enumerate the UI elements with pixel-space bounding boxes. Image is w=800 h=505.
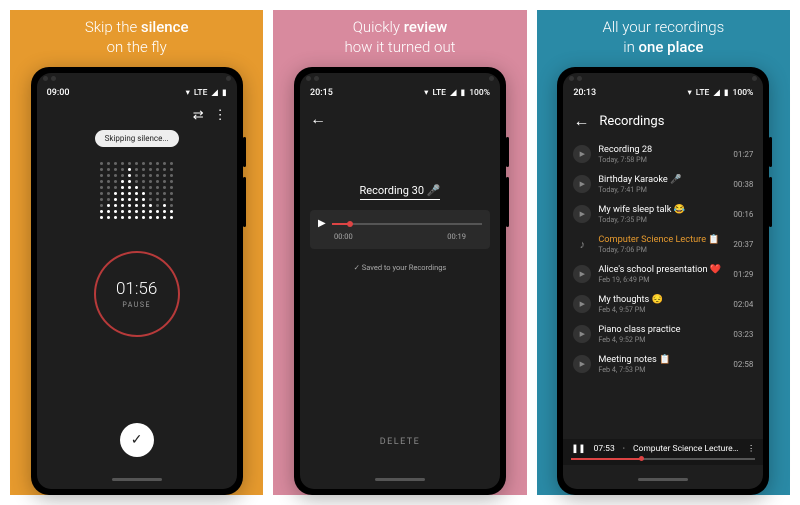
promo-panel-2: Quickly reviewhow it turned out 20:15 ▾L… xyxy=(273,10,526,495)
item-title: Computer Science Lecture 📋 xyxy=(598,234,726,245)
page-title: Recordings xyxy=(599,114,664,129)
item-subtitle: Feb 4, 7:53 PM xyxy=(598,365,726,374)
status-time: 09:00 xyxy=(47,88,70,98)
list-item[interactable]: ▶ Piano class practiceFeb 4, 9:52 PM 03:23 xyxy=(573,319,753,349)
record-button[interactable]: 01:56 PAUSE xyxy=(94,251,180,337)
item-subtitle: Today, 7:41 PM xyxy=(598,185,726,194)
status-bar: 20:13 ▾LTE◢▮100% xyxy=(563,84,763,102)
list-item[interactable]: ▶ Recording 28Today, 7:58 PM 01:27 xyxy=(573,139,753,169)
item-duration: 00:16 xyxy=(733,210,753,219)
phone-frame-3: 20:13 ▾LTE◢▮100% ← Recordings ▶ Recording… xyxy=(557,67,769,495)
check-icon: ✓ xyxy=(131,432,143,448)
play-button[interactable]: ▶ xyxy=(318,218,326,229)
note-icon[interactable]: ♪ xyxy=(573,238,591,251)
item-subtitle: Feb 4, 9:52 PM xyxy=(598,335,726,344)
list-item[interactable]: ♪ Computer Science Lecture 📋Today, 7:06 P… xyxy=(573,229,753,259)
np-time: 07:53 xyxy=(594,444,615,454)
pause-icon[interactable]: ❚❚ xyxy=(571,444,585,454)
delete-button[interactable]: DELETE xyxy=(310,437,490,447)
item-title: Birthday Karaoke 🎤 xyxy=(598,174,726,185)
recording-title[interactable]: Recording 30 🎤 xyxy=(360,184,441,200)
timer-label: PAUSE xyxy=(122,301,151,309)
list-item[interactable]: ▶ My wife sleep talk 😂Today, 7:35 PM 00:16 xyxy=(573,199,753,229)
item-duration: 01:27 xyxy=(733,150,753,159)
time-start: 00:00 xyxy=(334,232,353,241)
item-subtitle: Today, 7:35 PM xyxy=(598,215,726,224)
time-end: 00:19 xyxy=(447,232,466,241)
np-seek-bar[interactable] xyxy=(571,458,755,460)
shuffle-icon[interactable]: ⇄ xyxy=(193,108,204,123)
item-duration: 03:23 xyxy=(733,330,753,339)
list-item[interactable]: ▶ Alice's school presentation ❤️Feb 19, 6… xyxy=(573,259,753,289)
item-title: My wife sleep talk 😂 xyxy=(598,204,726,215)
status-time: 20:13 xyxy=(573,88,596,98)
phone-frame-1: 09:00 ▾LTE◢▮ ⇄ ⋮ Skipping silence... 01:… xyxy=(31,67,243,495)
item-subtitle: Feb 19, 6:49 PM xyxy=(598,275,726,284)
promo-panel-3: All your recordingsin one place 20:13 ▾L… xyxy=(537,10,790,495)
item-duration: 20:37 xyxy=(733,240,753,249)
item-subtitle: Today, 7:06 PM xyxy=(598,245,726,254)
np-title: Computer Science Lecture 📋 xyxy=(633,444,739,454)
status-bar: 09:00 ▾LTE◢▮ xyxy=(37,84,237,102)
item-title: Recording 28 xyxy=(598,144,726,155)
item-subtitle: Today, 7:58 PM xyxy=(598,155,726,164)
status-pill: Skipping silence... xyxy=(95,130,179,147)
timer: 01:56 xyxy=(116,279,157,299)
recordings-list: ▶ Recording 28Today, 7:58 PM 01:27 ▶ Birthda… xyxy=(573,139,753,439)
play-icon[interactable]: ▶ xyxy=(573,295,591,313)
list-item[interactable]: ▶ Birthday Karaoke 🎤Today, 7:41 PM 00:38 xyxy=(573,169,753,199)
play-icon[interactable]: ▶ xyxy=(573,205,591,223)
play-icon[interactable]: ▶ xyxy=(573,325,591,343)
item-duration: 02:58 xyxy=(733,360,753,369)
saved-message: ✓ Saved to your Recordings xyxy=(310,263,490,272)
phone-frame-2: 20:15 ▾LTE◢▮100% ← Recording 30 🎤 ▶ 00: xyxy=(294,67,506,495)
tagline-3: All your recordingsin one place xyxy=(602,18,724,57)
audio-visualizer xyxy=(47,152,227,237)
item-subtitle: Feb 4, 9:57 PM xyxy=(598,305,726,314)
tagline-1: Skip the silenceon the fly xyxy=(85,18,189,57)
list-item[interactable]: ▶ Meeting notes 📋Feb 4, 7:53 PM 02:58 xyxy=(573,349,753,379)
item-title: Piano class practice xyxy=(598,324,726,335)
item-title: My thoughts 😔 xyxy=(598,294,726,305)
item-duration: 00:38 xyxy=(733,180,753,189)
menu-icon[interactable]: ⋮ xyxy=(214,108,227,123)
player: ▶ 00:00 00:19 xyxy=(310,210,490,249)
play-icon[interactable]: ▶ xyxy=(573,145,591,163)
play-icon[interactable]: ▶ xyxy=(573,265,591,283)
status-time: 20:15 xyxy=(310,88,333,98)
seek-bar[interactable] xyxy=(332,223,482,225)
item-duration: 02:04 xyxy=(733,300,753,309)
item-duration: 01:29 xyxy=(733,270,753,279)
play-icon[interactable]: ▶ xyxy=(573,175,591,193)
item-title: Alice's school presentation ❤️ xyxy=(598,264,726,275)
list-item[interactable]: ▶ My thoughts 😔Feb 4, 9:57 PM 02:04 xyxy=(573,289,753,319)
status-bar: 20:15 ▾LTE◢▮100% xyxy=(300,84,500,102)
play-icon[interactable]: ▶ xyxy=(573,355,591,373)
back-button[interactable]: ← xyxy=(573,108,589,134)
tagline-2: Quickly reviewhow it turned out xyxy=(344,18,455,57)
back-button[interactable]: ← xyxy=(310,106,490,132)
done-button[interactable]: ✓ xyxy=(120,423,154,457)
promo-panel-1: Skip the silenceon the fly 09:00 ▾LTE◢▮ … xyxy=(10,10,263,495)
item-title: Meeting notes 📋 xyxy=(598,354,726,365)
now-playing-bar[interactable]: ❚❚ 07:53 · Computer Science Lecture 📋 ⋮ xyxy=(563,439,763,465)
menu-icon[interactable]: ⋮ xyxy=(747,444,756,454)
